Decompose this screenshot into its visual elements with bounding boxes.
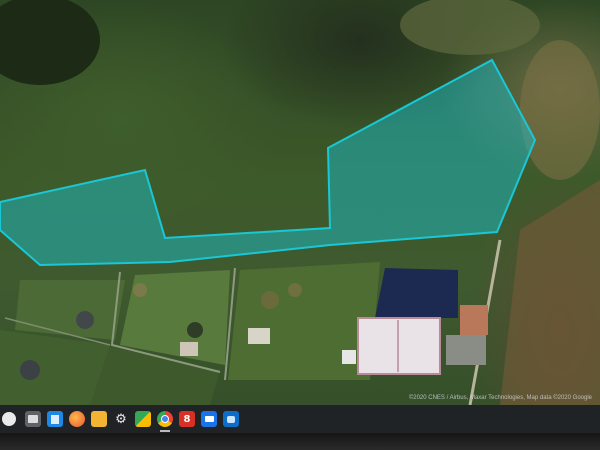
laptop-bezel (0, 433, 600, 450)
parcel-boundary-overlay[interactable] (0, 58, 537, 267)
map-attribution: ©2020 CNES / Airbus, Maxar Technologies,… (408, 395, 592, 401)
field-parcel (15, 280, 125, 340)
building-roof (460, 305, 488, 335)
small-building (342, 350, 356, 364)
bush (76, 311, 94, 329)
files-app-icon[interactable] (25, 411, 41, 427)
taskbar: ⚙ 8 (0, 405, 600, 433)
building-roof (446, 335, 486, 365)
satellite-map-view[interactable]: ©2020 CNES / Airbus, Maxar Technologies,… (0, 0, 600, 405)
calendar-icon[interactable]: 8 (179, 411, 195, 427)
tree-cluster (0, 0, 100, 85)
messaging-icon[interactable] (223, 411, 239, 427)
folder-icon[interactable] (91, 411, 107, 427)
firefox-icon[interactable] (69, 411, 85, 427)
map-imagery[interactable] (0, 0, 600, 405)
field-patch (400, 0, 540, 55)
field-patch (520, 40, 600, 180)
small-building (248, 328, 270, 344)
bush (187, 322, 203, 338)
small-building (180, 342, 198, 356)
docs-app-icon[interactable] (47, 411, 63, 427)
launcher-icon[interactable] (2, 412, 16, 426)
chrome-icon[interactable] (157, 411, 173, 432)
pond (375, 268, 458, 318)
bush (261, 291, 279, 309)
terrain-patch (500, 180, 600, 405)
bush (288, 283, 302, 297)
settings-icon[interactable]: ⚙ (113, 411, 129, 427)
building-roof (357, 317, 441, 375)
remote-desktop-icon[interactable] (201, 411, 217, 427)
bush (20, 360, 40, 380)
maps-app-icon[interactable] (135, 411, 151, 427)
bush (133, 283, 147, 297)
